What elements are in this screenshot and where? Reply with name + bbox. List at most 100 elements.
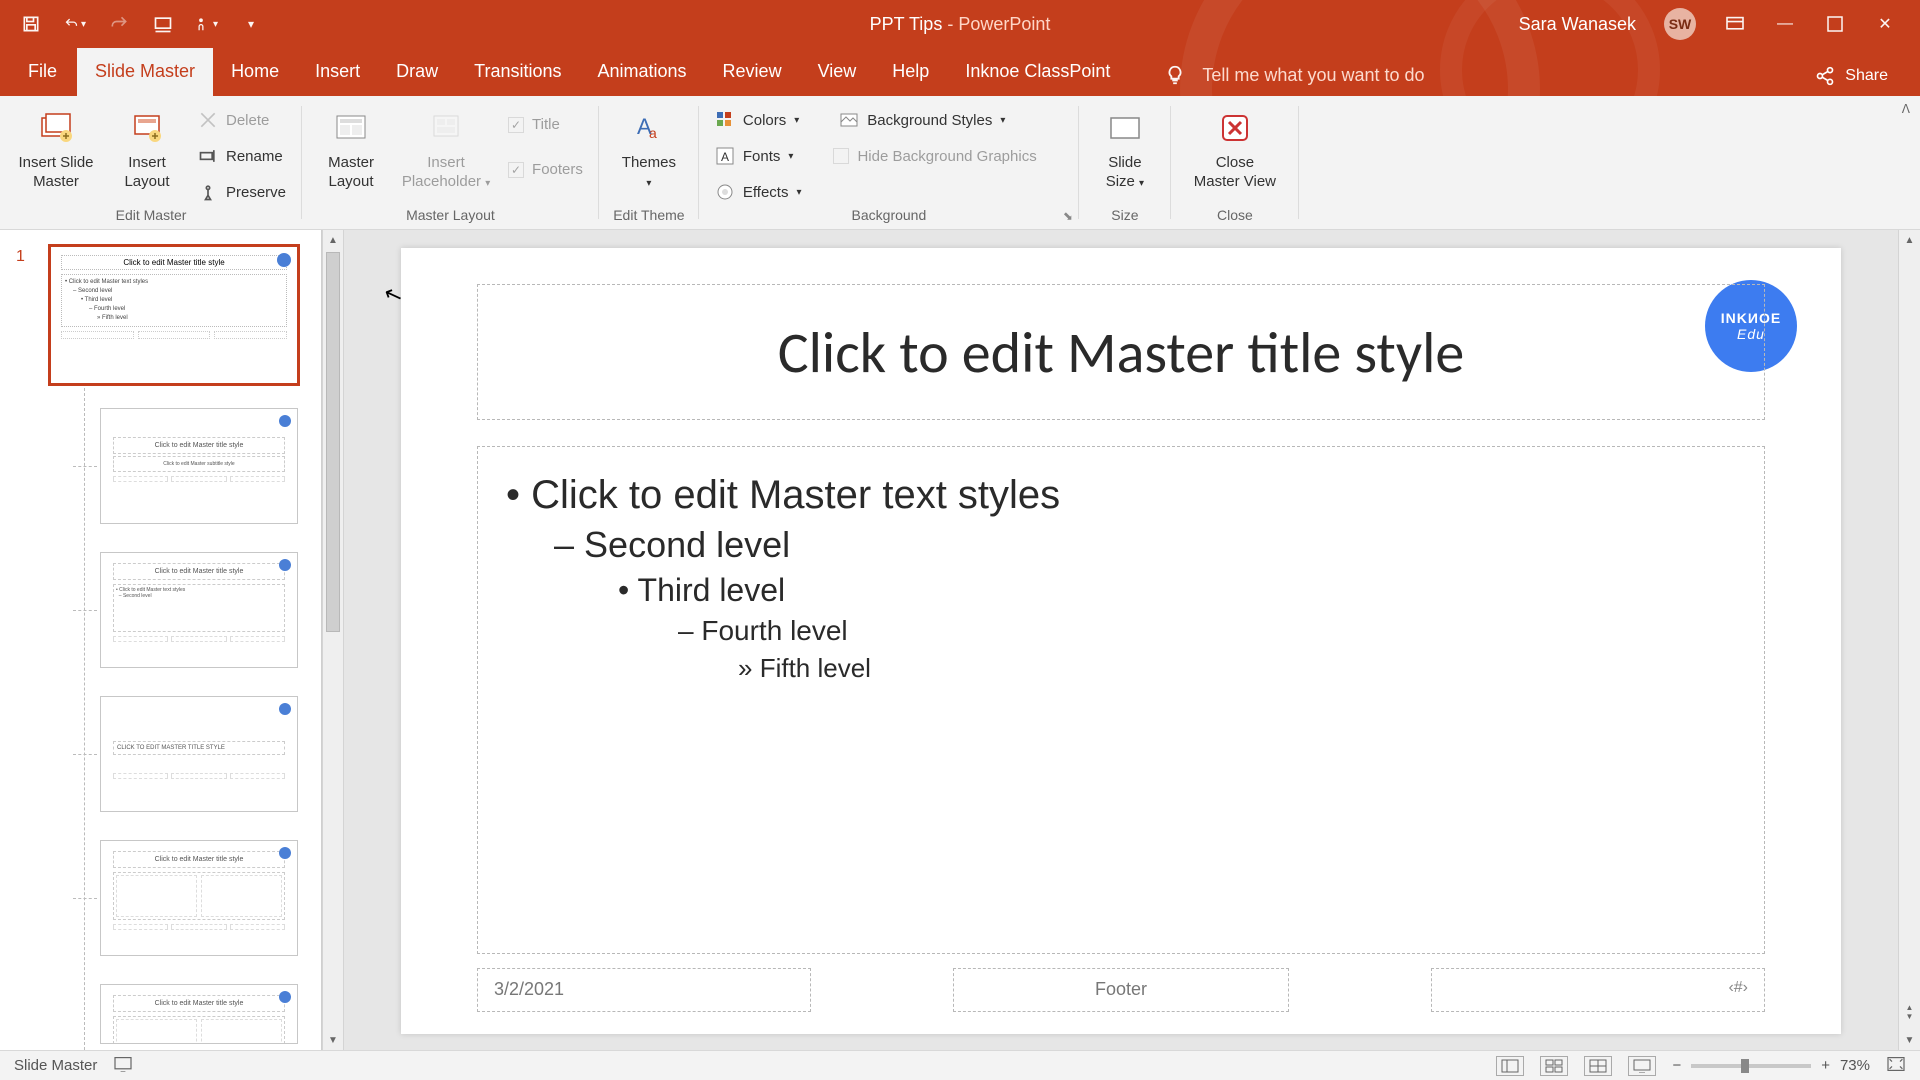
close-master-view-button[interactable]: Close Master View xyxy=(1181,102,1289,192)
master-number: 1 xyxy=(16,248,25,266)
qat-customize-icon[interactable]: ▾ xyxy=(240,13,262,35)
thumbnail-badge-icon xyxy=(277,253,291,267)
fit-to-window-button[interactable] xyxy=(1886,1056,1906,1076)
scroll-up-icon[interactable]: ▲ xyxy=(323,230,343,250)
insert-layout-button[interactable]: Insert Layout xyxy=(108,102,186,192)
group-size: Slide Size ▾ Size xyxy=(1079,96,1171,229)
user-name: Sara Wanasek xyxy=(1519,14,1636,35)
background-styles-button[interactable]: Background Styles ▾ xyxy=(833,106,1011,134)
window-title: PPT Tips - PowerPoint xyxy=(870,14,1051,35)
canvas-scrollbar[interactable]: ▲ ▲▼ ▼ xyxy=(1898,230,1920,1050)
fonts-button[interactable]: AFonts ▾ xyxy=(709,142,800,170)
normal-view-button[interactable] xyxy=(1496,1056,1524,1076)
scroll-down-icon[interactable]: ▼ xyxy=(323,1030,343,1050)
footer-placeholder[interactable]: Footer xyxy=(953,968,1289,1012)
hide-background-checkbox: Hide Background Graphics xyxy=(827,142,1042,170)
zoom-slider[interactable] xyxy=(1691,1064,1811,1068)
tell-me-input[interactable] xyxy=(1202,65,1522,86)
svg-text:a: a xyxy=(649,125,657,141)
tab-review[interactable]: Review xyxy=(705,47,800,96)
layout-thumbnail[interactable]: CLICK TO EDIT MASTER TITLE STYLE xyxy=(100,696,298,812)
scroll-down-icon[interactable]: ▼ xyxy=(1899,1030,1920,1050)
tab-animations[interactable]: Animations xyxy=(580,47,705,96)
layout-thumbnail[interactable]: Click to edit Master title style xyxy=(100,984,298,1044)
group-label-close: Close xyxy=(1217,207,1253,229)
scroll-up-icon[interactable]: ▲ xyxy=(1899,230,1920,250)
save-icon[interactable] xyxy=(20,13,42,35)
svg-text:A: A xyxy=(721,150,729,164)
master-layout-button[interactable]: Master Layout xyxy=(312,102,390,192)
layout-thumbnail[interactable]: Click to edit Master title style Click t… xyxy=(100,408,298,524)
rename-button[interactable]: Rename xyxy=(192,142,292,170)
tab-help[interactable]: Help xyxy=(874,47,947,96)
group-label-background: Background xyxy=(852,207,927,229)
thumbnail-panel: 1 Click to edit Master title style • Cli… xyxy=(0,230,322,1050)
ribbon-tabs: File Slide Master Home Insert Draw Trans… xyxy=(0,48,1920,96)
maximize-icon[interactable] xyxy=(1824,13,1846,35)
slide-size-button[interactable]: Slide Size ▾ xyxy=(1089,102,1161,192)
tab-file[interactable]: File xyxy=(8,47,77,96)
content-placeholder[interactable]: Click to edit Master text styles Second … xyxy=(477,446,1765,954)
minimize-icon[interactable]: — xyxy=(1774,13,1796,35)
date-placeholder[interactable]: 3/2/2021 xyxy=(477,968,811,1012)
insert-placeholder-button: Insert Placeholder ▾ xyxy=(396,102,496,192)
share-label: Share xyxy=(1845,67,1888,85)
slide-sorter-view-button[interactable] xyxy=(1540,1056,1568,1076)
ribbon: ᐱ Insert Slide Master Insert Layout Dele… xyxy=(0,96,1920,230)
colors-button[interactable]: Colors ▾ xyxy=(709,106,805,134)
body-level-1: Click to edit Master text styles xyxy=(506,473,1736,518)
tab-insert[interactable]: Insert xyxy=(297,47,378,96)
slide-canvas-area[interactable]: ↖ INKИOE Edu Click to edit Master title … xyxy=(344,230,1898,1050)
tab-slide-master[interactable]: Slide Master xyxy=(77,47,213,96)
master-thumbnail[interactable]: Click to edit Master title style • Click… xyxy=(48,244,300,386)
tab-transitions[interactable]: Transitions xyxy=(456,47,579,96)
insert-slide-master-button[interactable]: Insert Slide Master xyxy=(10,102,102,192)
layout-thumbnail[interactable]: Click to edit Master title style • Click… xyxy=(100,552,298,668)
title-placeholder[interactable]: Click to edit Master title style xyxy=(477,284,1765,420)
group-close: Close Master View Close xyxy=(1171,96,1299,229)
work-area: 1 Click to edit Master title style • Cli… xyxy=(0,230,1920,1050)
layout-thumbnail[interactable]: Click to edit Master title style xyxy=(100,840,298,956)
share-button[interactable]: Share xyxy=(1815,66,1912,96)
zoom-out-button[interactable]: − xyxy=(1672,1057,1681,1074)
ribbon-display-icon[interactable] xyxy=(1724,13,1746,35)
share-icon xyxy=(1815,66,1835,86)
body-level-3: Third level xyxy=(618,572,1736,609)
start-from-beginning-icon[interactable] xyxy=(152,13,174,35)
slide-number-placeholder[interactable]: ‹#› xyxy=(1431,968,1765,1012)
scroll-page-icons[interactable]: ▲▼ xyxy=(1899,996,1920,1028)
zoom-control[interactable]: − + 73% xyxy=(1672,1057,1870,1074)
avatar[interactable]: SW xyxy=(1664,8,1696,40)
zoom-in-button[interactable]: + xyxy=(1821,1057,1830,1074)
preserve-button[interactable]: Preserve xyxy=(192,178,292,206)
zoom-level[interactable]: 73% xyxy=(1840,1057,1870,1074)
collapse-ribbon-icon[interactable]: ᐱ xyxy=(1902,102,1910,116)
delete-button: Delete xyxy=(192,106,292,134)
display-settings-icon[interactable] xyxy=(113,1056,133,1076)
body-level-5: Fifth level xyxy=(738,653,1736,684)
tab-view[interactable]: View xyxy=(800,47,875,96)
group-edit-theme: Aa Themes▾ Edit Theme xyxy=(599,96,699,229)
touch-mode-icon[interactable]: ▾ xyxy=(196,13,218,35)
tab-draw[interactable]: Draw xyxy=(378,47,456,96)
redo-icon[interactable] xyxy=(108,13,130,35)
group-edit-master: Insert Slide Master Insert Layout Delete… xyxy=(0,96,302,229)
group-label-master-layout: Master Layout xyxy=(406,207,495,229)
slide-master-canvas[interactable]: INKИOE Edu Click to edit Master title st… xyxy=(401,248,1841,1034)
lightbulb-icon xyxy=(1164,64,1186,86)
tab-home[interactable]: Home xyxy=(213,47,297,96)
group-label-edit-theme: Edit Theme xyxy=(613,207,684,229)
thumbnail-scrollbar[interactable]: ▲ ▼ xyxy=(322,230,344,1050)
themes-button[interactable]: Aa Themes▾ xyxy=(609,102,689,192)
effects-button[interactable]: Effects ▾ xyxy=(709,178,808,206)
group-master-layout: Master Layout Insert Placeholder ▾ ✓Titl… xyxy=(302,96,599,229)
undo-icon[interactable]: ▾ xyxy=(64,13,86,35)
reading-view-button[interactable] xyxy=(1584,1056,1612,1076)
scrollbar-thumb[interactable] xyxy=(326,252,340,632)
slideshow-view-button[interactable] xyxy=(1628,1056,1656,1076)
background-dialog-launcher-icon[interactable]: ⬊ xyxy=(1063,209,1073,223)
body-level-4: Fourth level xyxy=(678,615,1736,647)
tab-inknoe-classpoint[interactable]: Inknoe ClassPoint xyxy=(947,47,1128,96)
close-icon[interactable]: ✕ xyxy=(1874,13,1896,35)
tell-me-search[interactable] xyxy=(1164,64,1522,96)
